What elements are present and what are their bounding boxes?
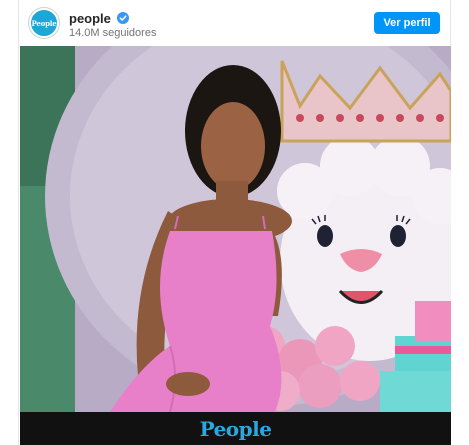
people-watermark: People	[199, 416, 272, 441]
account-name[interactable]: people	[69, 11, 111, 26]
post-header: People people 14.0M seguidores Ver perfi…	[19, 0, 452, 46]
view-profile-button[interactable]: Ver perfil	[374, 12, 440, 34]
avatar-logo-text: People	[31, 18, 57, 28]
instagram-embed: People people 14.0M seguidores Ver perfi…	[18, 0, 451, 445]
profile-avatar[interactable]: People	[29, 8, 59, 38]
watermark-bar: People	[20, 412, 451, 445]
follower-count: 14.0M seguidores	[69, 27, 157, 39]
photo-illustration	[20, 46, 451, 412]
verified-badge-icon	[117, 12, 129, 24]
post-image[interactable]: People	[20, 46, 451, 445]
